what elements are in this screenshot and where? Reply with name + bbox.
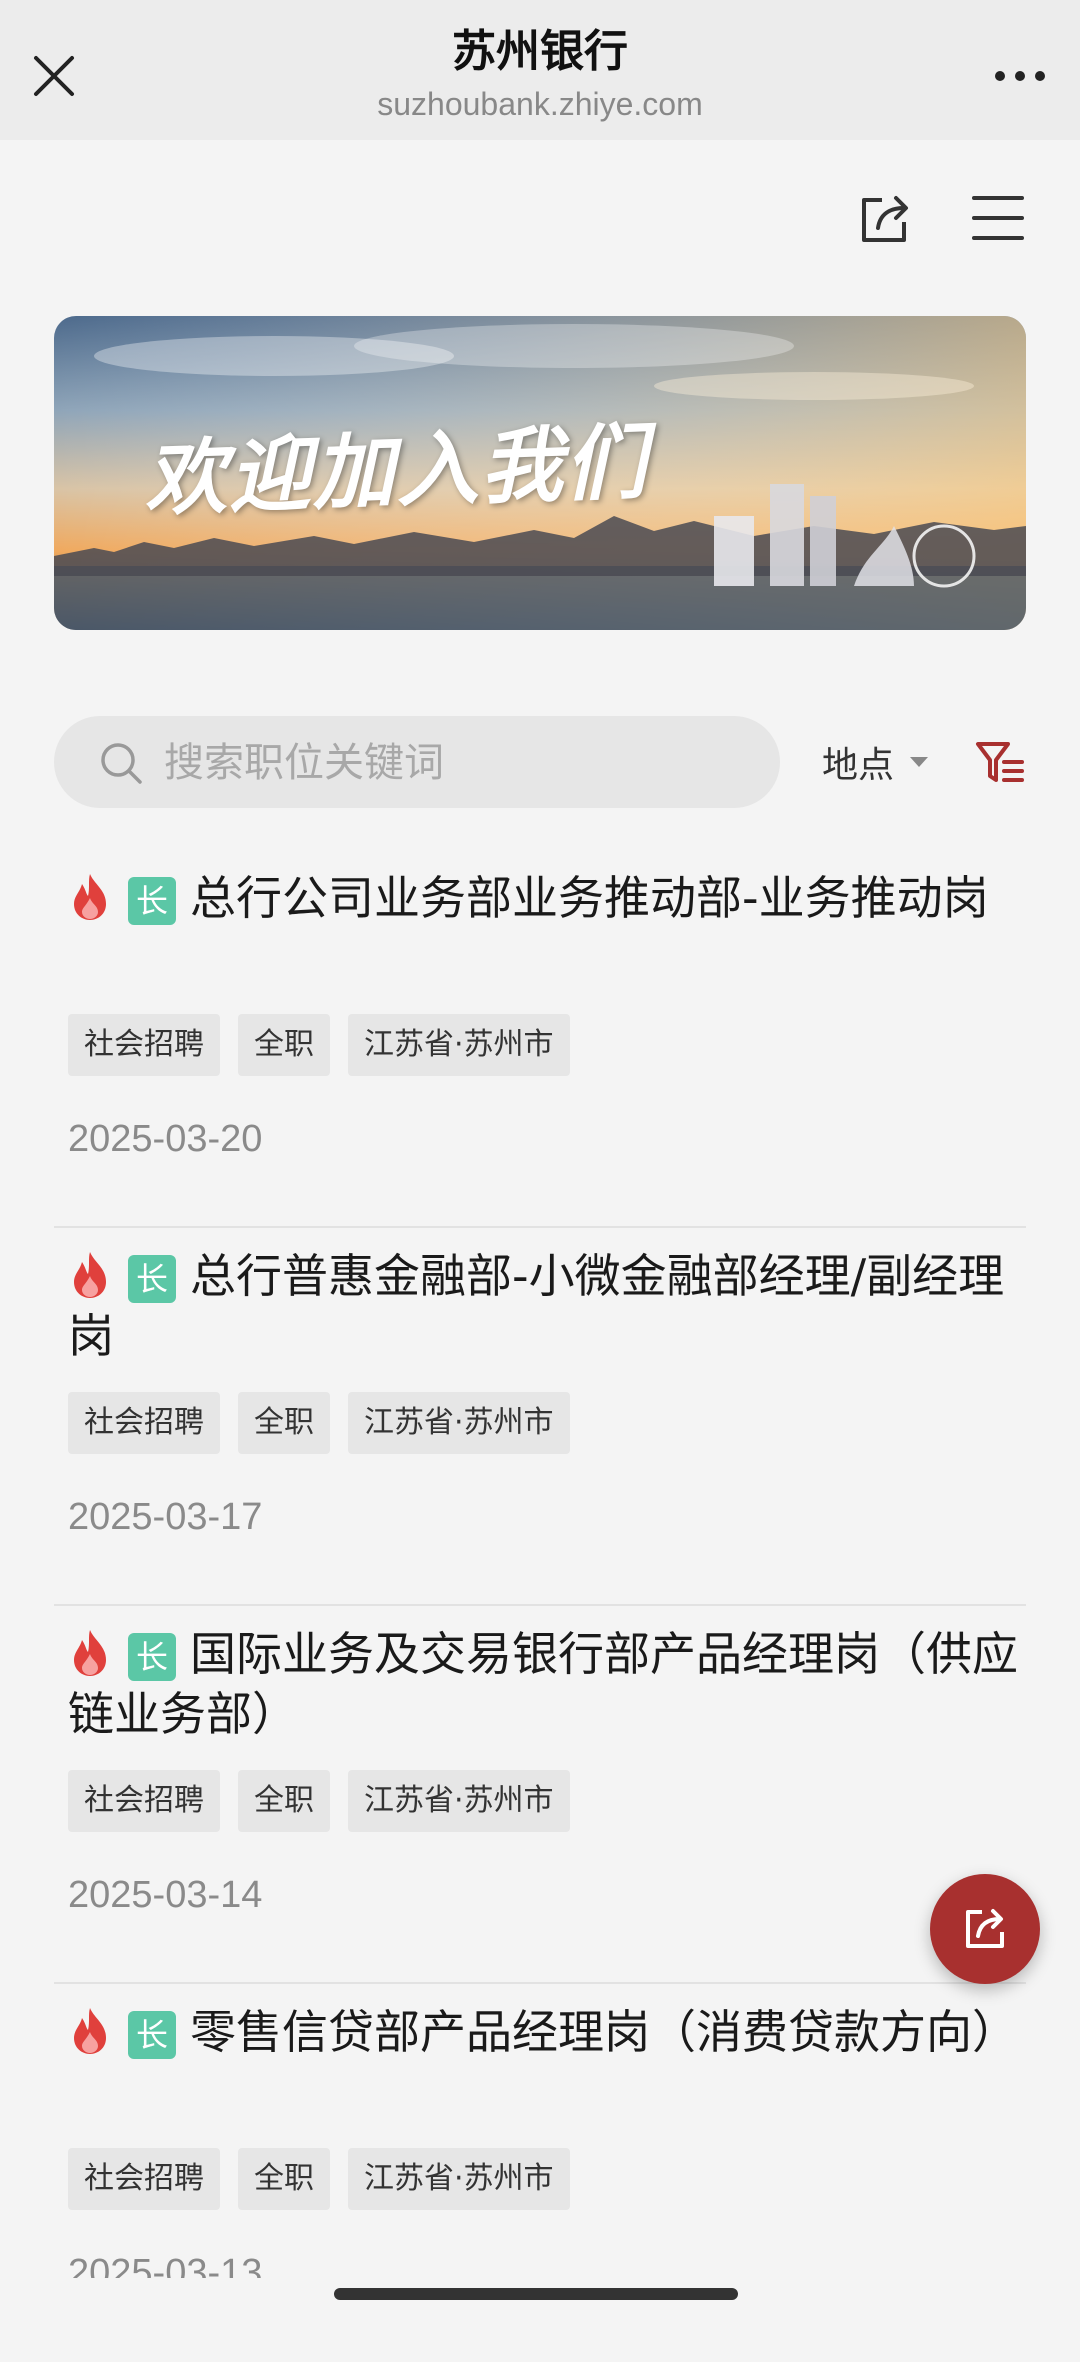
page-url: suzhoubank.zhiye.com	[377, 86, 703, 122]
share-icon	[966, 1909, 1004, 1948]
tag-employment-type: 全职	[238, 2148, 330, 2210]
tag-recruit-type: 社会招聘	[68, 2148, 220, 2210]
job-tags: 社会招聘 全职 江苏省·苏州市	[68, 1770, 570, 1832]
long-term-badge: 长	[128, 1633, 176, 1681]
job-item[interactable]: 长总行公司业务部业务推动部-业务推动岗 社会招聘 全职 江苏省·苏州市 2025…	[54, 850, 1026, 1228]
job-title-line: 长零售信贷部产品经理岗（消费贷款方向）	[68, 2002, 1018, 2062]
job-date: 2025-03-14	[68, 1874, 263, 1916]
search-icon	[101, 743, 142, 784]
home-indicator[interactable]	[334, 2288, 738, 2300]
share-icon	[862, 196, 908, 242]
job-title: 国际业务及交易银行部产品经理岗（供应链业务部）	[68, 1627, 1018, 1741]
caret-down-icon	[910, 757, 929, 767]
job-title-line: 长总行公司业务部业务推动部-业务推动岗	[68, 868, 1018, 928]
welcome-banner[interactable]: 欢迎加入我们	[54, 316, 1026, 630]
fire-icon	[74, 874, 106, 920]
job-list: 长总行公司业务部业务推动部-业务推动岗 社会招聘 全职 江苏省·苏州市 2025…	[54, 850, 1026, 2362]
banner-text: 欢迎加入我们	[142, 414, 650, 528]
tag-recruit-type: 社会招聘	[68, 1392, 220, 1454]
search-box[interactable]	[54, 716, 780, 808]
browser-top-bar: 苏州银行 suzhoubank.zhiye.com	[0, 0, 1080, 140]
close-button[interactable]	[28, 50, 80, 102]
tag-location: 江苏省·苏州市	[348, 1392, 570, 1454]
hamburger-menu-icon	[972, 196, 1024, 240]
job-tags: 社会招聘 全职 江苏省·苏州市	[68, 1014, 570, 1076]
tag-location: 江苏省·苏州市	[348, 1014, 570, 1076]
more-button[interactable]	[990, 56, 1050, 96]
location-label: 地点	[822, 745, 895, 786]
job-tags: 社会招聘 全职 江苏省·苏州市	[68, 1392, 570, 1454]
job-title-line: 长国际业务及交易银行部产品经理岗（供应链业务部）	[68, 1624, 1018, 1744]
more-dots-icon	[995, 71, 1045, 81]
job-date: 2025-03-17	[68, 1496, 263, 1538]
fire-icon	[74, 1252, 106, 1298]
tag-employment-type: 全职	[238, 1014, 330, 1076]
title-block: 苏州银行 suzhoubank.zhiye.com	[240, 24, 840, 126]
close-icon	[34, 56, 74, 96]
tag-location: 江苏省·苏州市	[348, 1770, 570, 1832]
tag-recruit-type: 社会招聘	[68, 1014, 220, 1076]
tag-recruit-type: 社会招聘	[68, 1770, 220, 1832]
page-title: 苏州银行	[452, 26, 628, 77]
search-input[interactable]	[162, 730, 756, 796]
tag-employment-type: 全职	[238, 1392, 330, 1454]
share-button[interactable]	[856, 190, 914, 248]
job-title: 总行公司业务部业务推动部-业务推动岗	[190, 871, 989, 925]
filter-icon	[976, 742, 1024, 782]
fire-icon	[74, 1630, 106, 1676]
job-item[interactable]: 长总行普惠金融部-小微金融部经理/副经理岗 社会招聘 全职 江苏省·苏州市 20…	[54, 1228, 1026, 1606]
location-dropdown[interactable]: 地点	[822, 736, 929, 788]
job-item[interactable]: 长国际业务及交易银行部产品经理岗（供应链业务部） 社会招聘 全职 江苏省·苏州市…	[54, 1606, 1026, 1984]
job-title-line: 长总行普惠金融部-小微金融部经理/副经理岗	[68, 1246, 1018, 1366]
filter-button[interactable]	[974, 736, 1026, 788]
long-term-badge: 长	[128, 1255, 176, 1303]
long-term-badge: 长	[128, 2011, 176, 2059]
tag-location: 江苏省·苏州市	[348, 2148, 570, 2210]
job-tags: 社会招聘 全职 江苏省·苏州市	[68, 2148, 570, 2210]
floating-share-button[interactable]	[930, 1874, 1040, 1984]
long-term-badge: 长	[128, 877, 176, 925]
menu-button[interactable]	[970, 192, 1026, 244]
job-title: 零售信贷部产品经理岗（消费贷款方向）	[190, 2005, 1018, 2059]
job-title: 总行普惠金融部-小微金融部经理/副经理岗	[68, 1249, 1005, 1363]
fire-icon	[74, 2008, 106, 2054]
job-date: 2025-03-20	[68, 1118, 263, 1160]
tag-employment-type: 全职	[238, 1770, 330, 1832]
